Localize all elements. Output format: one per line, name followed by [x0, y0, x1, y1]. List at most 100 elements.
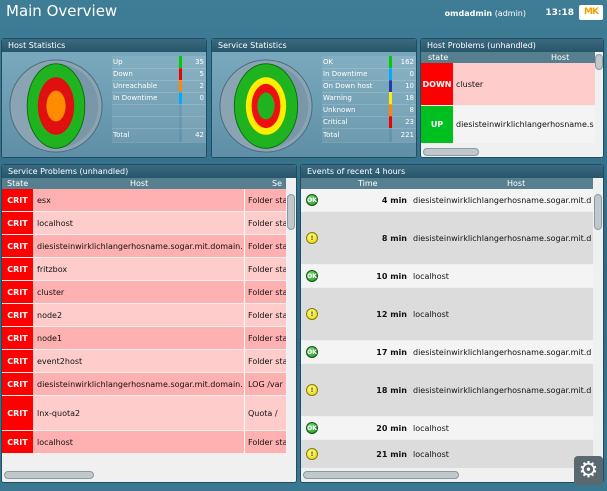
events-header: Time Host: [301, 178, 593, 189]
host-link[interactable]: cluster: [456, 63, 595, 105]
host-link[interactable]: localhost: [37, 212, 243, 234]
stats-count[interactable]: 162: [392, 56, 416, 69]
host-link[interactable]: esx: [37, 189, 243, 211]
stats-row[interactable]: In Downtime 0: [112, 92, 206, 105]
service-problem-row[interactable]: CRIT localhost Folder sta: [2, 212, 286, 234]
vertical-scrollbar[interactable]: [595, 54, 603, 70]
stats-row[interactable]: Warning 18: [322, 92, 416, 105]
service-problem-row[interactable]: CRIT diesisteinwirklichlangerhosname.soga…: [2, 235, 286, 257]
service-link[interactable]: Folder sta: [248, 281, 286, 303]
events-dashlet: Events of recent 4 hours Time Host OK 4 m…: [300, 164, 604, 483]
service-link[interactable]: Folder sta: [248, 304, 286, 326]
host-link[interactable]: fritzbox: [37, 258, 243, 280]
event-row[interactable]: OK 10 min localhost: [301, 265, 593, 287]
host-problem-row[interactable]: UP diesisteinwirklichlangerhosname.s: [421, 106, 595, 143]
host-link[interactable]: diesisteinwirklichlangerhosname.sogar.mi…: [413, 189, 593, 211]
stats-count[interactable]: 8: [392, 104, 416, 117]
stats-row[interactable]: Down 5: [112, 68, 206, 81]
event-row[interactable]: ! 18 min diesisteinwirklichlangerhosname.s…: [301, 364, 593, 416]
stats-count[interactable]: 0: [182, 92, 206, 105]
service-link[interactable]: Folder sta: [248, 431, 286, 453]
state-badge: UP: [421, 106, 453, 143]
host-link[interactable]: diesisteinwirklichlangerhosname.s: [456, 106, 595, 143]
stats-count[interactable]: 35: [182, 56, 206, 69]
stats-row[interactable]: In Downtime 0: [322, 68, 416, 81]
events-body: Time Host OK 4 min diesisteinwirklichlange…: [301, 178, 603, 482]
host-problem-row[interactable]: DOWN cluster: [421, 63, 595, 105]
event-row[interactable]: ! 12 min localhost: [301, 288, 593, 340]
service-link[interactable]: Folder sta: [248, 258, 286, 280]
stats-row[interactable]: Unreachable 2: [112, 80, 206, 93]
service-problem-row[interactable]: CRIT cluster Folder sta: [2, 281, 286, 303]
service-link[interactable]: Folder sta: [248, 189, 286, 211]
stats-row[interactable]: Up 35: [112, 56, 206, 69]
horizontal-scrollbar[interactable]: [423, 148, 479, 156]
host-link[interactable]: localhost: [413, 288, 593, 340]
col-service[interactable]: Se: [272, 178, 282, 189]
service-problem-row[interactable]: CRIT localhost Folder sta: [2, 431, 286, 453]
col-time[interactable]: Time: [358, 178, 378, 189]
event-row[interactable]: OK 17 min diesisteinwirklichlangerhosname.…: [301, 341, 593, 363]
col-state[interactable]: state: [428, 52, 448, 63]
host-link[interactable]: localhost: [413, 417, 593, 439]
service-link[interactable]: Folder sta: [248, 235, 286, 257]
stats-total-count[interactable]: 42: [182, 128, 206, 143]
event-row[interactable]: ! 21 min localhost: [301, 440, 593, 468]
vertical-scrollbar[interactable]: [287, 194, 295, 230]
warning-status-icon: !: [306, 448, 318, 460]
host-link[interactable]: localhost: [413, 440, 593, 468]
service-link[interactable]: Folder sta: [248, 327, 286, 349]
stats-row[interactable]: Unknown 8: [322, 104, 416, 117]
host-link[interactable]: localhost: [37, 431, 243, 453]
service-link[interactable]: Quota /: [248, 396, 286, 430]
stats-row[interactable]: On Down host 10: [322, 80, 416, 93]
settings-gear-icon[interactable]: ⚙: [574, 456, 603, 485]
stats-total-row[interactable]: Total 42: [112, 128, 206, 143]
event-time: 17 min: [376, 347, 407, 357]
event-row[interactable]: OK 20 min localhost: [301, 417, 593, 439]
host-link[interactable]: diesisteinwirklichlangerhosname.sogar.mi…: [413, 364, 593, 416]
empty-cell: [112, 104, 179, 117]
stats-count[interactable]: 10: [392, 80, 416, 93]
col-state[interactable]: State: [7, 178, 28, 189]
stats-count[interactable]: 2: [182, 80, 206, 93]
stats-count[interactable]: 18: [392, 92, 416, 105]
host-link[interactable]: cluster: [37, 281, 243, 303]
host-link[interactable]: event2host: [37, 350, 243, 372]
stats-row[interactable]: OK 162: [322, 56, 416, 69]
horizontal-scrollbar[interactable]: [303, 471, 459, 479]
stats-count[interactable]: 5: [182, 68, 206, 81]
service-problem-row[interactable]: CRIT esx Folder sta: [2, 189, 286, 211]
service-link[interactable]: Folder sta: [248, 350, 286, 372]
service-problem-row[interactable]: CRIT node1 Folder sta: [2, 327, 286, 349]
vertical-scrollbar[interactable]: [594, 194, 602, 230]
service-problem-row[interactable]: CRIT lnx-quota2 Quota /: [2, 396, 286, 430]
stats-spacer-row: [112, 116, 206, 129]
host-link[interactable]: diesisteinwirklichlangerhosname.sogar.mi…: [37, 235, 243, 257]
host-link[interactable]: node1: [37, 327, 243, 349]
service-problem-row[interactable]: CRIT event2host Folder sta: [2, 350, 286, 372]
stats-total-count[interactable]: 221: [392, 128, 416, 143]
col-host[interactable]: Host: [551, 52, 569, 63]
host-link[interactable]: diesisteinwirklichlangerhosname.sogar.mi…: [37, 373, 243, 395]
service-problem-row[interactable]: CRIT diesisteinwirklichlangerhosname.soga…: [2, 373, 286, 395]
stats-count[interactable]: 23: [392, 116, 416, 129]
service-link[interactable]: Folder sta: [248, 212, 286, 234]
event-row[interactable]: ! 8 min diesisteinwirklichlangerhosname.so…: [301, 212, 593, 264]
stats-total-row[interactable]: Total 221: [322, 128, 416, 143]
host-link[interactable]: localhost: [413, 265, 593, 287]
host-link[interactable]: lnx-quota2: [37, 396, 243, 430]
service-problem-row[interactable]: CRIT fritzbox Folder sta: [2, 258, 286, 280]
host-link[interactable]: node2: [37, 304, 243, 326]
empty-cell: [182, 104, 206, 117]
service-problem-row[interactable]: CRIT node2 Folder sta: [2, 304, 286, 326]
horizontal-scrollbar[interactable]: [4, 471, 94, 479]
stats-count[interactable]: 0: [392, 68, 416, 81]
col-host[interactable]: Host: [507, 178, 525, 189]
service-link[interactable]: LOG /var: [248, 373, 286, 395]
col-host[interactable]: Host: [130, 178, 148, 189]
host-link[interactable]: diesisteinwirklichlangerhosname.sogar.mi…: [413, 341, 593, 363]
event-row[interactable]: OK 4 min diesisteinwirklichlangerhosname.s…: [301, 189, 593, 211]
stats-row[interactable]: Critical 23: [322, 116, 416, 129]
host-link[interactable]: diesisteinwirklichlangerhosname.sogar.mi…: [413, 212, 593, 264]
